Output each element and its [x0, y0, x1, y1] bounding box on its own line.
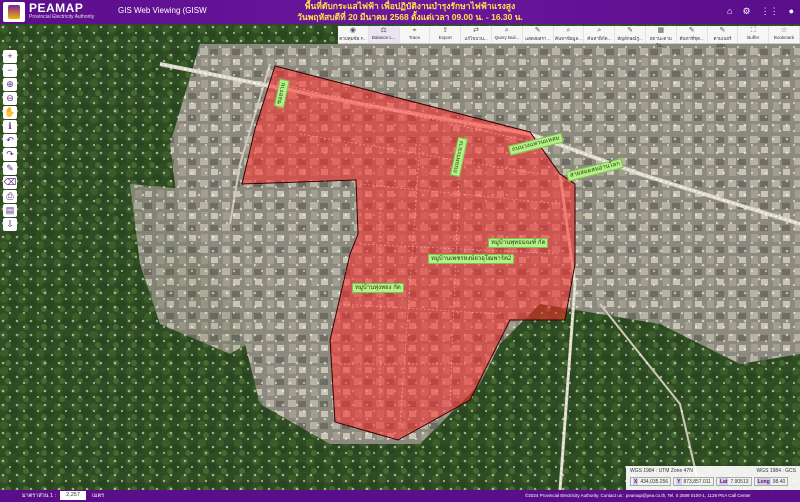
- coordinate-panel: WGS 1984 : UTM Zone 47N WGS 1984 : GCS X…: [626, 466, 800, 490]
- announce-line-2: วันพฤหัสบดีที่ 20 มีนาคม 2568 ตั้งแต่เวล…: [297, 12, 523, 22]
- download-icon[interactable]: ⇩: [3, 218, 17, 231]
- tool-export-icon: ⇪: [442, 27, 449, 34]
- tool-search-coord-icon: ⌕: [597, 27, 602, 34]
- tool-status[interactable]: ▦ สถานะตามใน...: [646, 26, 677, 48]
- tool-balance[interactable]: ⚖ Balance L...: [368, 26, 400, 43]
- tool-buffer-label: Buffer: [747, 35, 760, 40]
- pan-hand-icon[interactable]: ✋: [3, 106, 17, 119]
- scale-label: มาตราส่วน 1 :: [22, 493, 57, 499]
- utm-system-label: WGS 1984 : UTM Zone 47N: [630, 468, 693, 474]
- brand-subtitle: Provincial Electricity Authority: [29, 14, 95, 20]
- tool-bookmark-label: Bookmark: [773, 35, 795, 40]
- tool-find-area-icon: ✎: [688, 27, 695, 34]
- pea-logo: [3, 2, 25, 22]
- label-village-2: หมู่บ้านเพชรหงษ์ยวอุโฒพาร์ค2: [428, 254, 515, 264]
- user-icon[interactable]: ●: [789, 6, 794, 17]
- tool-query-builder-icon: ⌕: [504, 27, 509, 34]
- tool-search-coord-label: ค้นหาพิกัด...: [587, 36, 612, 41]
- tool-buffer[interactable]: ⛶ Buffer: [738, 26, 770, 43]
- undo-icon[interactable]: ↶: [3, 134, 17, 147]
- label-village-3: หมู่บ้านทุ่งทอง กัด: [352, 283, 404, 293]
- announce-line-1: พื้นที่ดับกระแสไฟฟ้า เพื่อปฏิบัติงานบำรุ…: [304, 1, 516, 11]
- footer-bar: มาตราส่วน 1 : 2,257 เมตร ©2024 Provincia…: [0, 490, 800, 502]
- toolbar: ◉ ควบคุมข้อ F... ⚖ Balance L... ⌖ Trace ⇪ Expor…: [338, 26, 800, 48]
- zoom-in-icon[interactable]: +: [3, 50, 17, 63]
- tool-balance-label: Balance L...: [371, 35, 396, 40]
- tool-status-label: สถานะตามใน...: [649, 36, 672, 48]
- zoom-box-out-icon[interactable]: ⊖: [3, 92, 17, 105]
- tool-search-label: ค้นหาข้อมูล...: [555, 36, 582, 41]
- tool-display-icon: ✎: [534, 27, 541, 34]
- tool-bookmark-icon: ☆: [780, 27, 788, 34]
- eraser-icon[interactable]: ⌫: [3, 176, 17, 189]
- tool-balance-icon: ⚖: [380, 27, 387, 34]
- tool-search[interactable]: ⌕ ค้นหาข้อมูล...: [554, 26, 585, 43]
- tool-meter-label: ตามเบอร์มอน...: [713, 36, 732, 48]
- tool-find-area[interactable]: ✎ ค้นหาที่ชุด...: [677, 26, 708, 43]
- label-village-1: หมู่บ้านพุทธมณฑ์ กัด: [488, 238, 549, 248]
- tool-edit-label: แก้ไขบวน...: [464, 36, 488, 41]
- grid-icon[interactable]: ⋮⋮: [761, 6, 779, 17]
- tool-edit-icon: ⇄: [473, 27, 480, 34]
- tool-trace-label: Trace: [408, 35, 421, 40]
- map-canvas[interactable]: [0, 24, 800, 490]
- zoom-box-in-icon[interactable]: ⊕: [3, 78, 17, 91]
- tool-status-icon: ▦: [657, 27, 665, 34]
- tool-query-builder-label: Query Buil...: [494, 35, 520, 40]
- tool-meter-icon: ✎: [719, 27, 726, 34]
- outage-announcement: พื้นที่ดับกระแสไฟฟ้า เพื่อปฏิบัติงานบำรุ…: [275, 1, 545, 23]
- print-icon[interactable]: ⎙: [3, 190, 17, 203]
- tool-display-label: แสดงผลรา...: [525, 36, 551, 41]
- tool-query-builder[interactable]: ⌕ Query Buil...: [492, 26, 523, 43]
- info-icon[interactable]: ℹ: [3, 120, 17, 133]
- scale-unit: เมตร: [92, 493, 105, 499]
- measure-icon[interactable]: ✎: [3, 162, 17, 175]
- tool-search-coord[interactable]: ⌕ ค้นหาพิกัด...: [584, 26, 616, 43]
- lat-coordinate: Lat 7.90513: [715, 477, 752, 486]
- gear-icon[interactable]: ⚙: [742, 6, 750, 17]
- tool-buffer-icon: ⛶: [750, 27, 756, 34]
- tool-edit[interactable]: ⇄ แก้ไขบวน...: [461, 26, 492, 43]
- tool-export-label: Export: [438, 35, 452, 40]
- tool-trace[interactable]: ⌖ Trace: [400, 26, 431, 43]
- tool-display[interactable]: ✎ แสดงผลรา...: [523, 26, 554, 43]
- brand-name: PEAMAP: [29, 1, 84, 15]
- tool-control-icon: ◉: [349, 27, 356, 34]
- map-layer: [0, 24, 800, 490]
- copyright-text: ©2024 Provincial Electricity Authority. …: [525, 493, 751, 498]
- tool-symbols[interactable]: ✎ สัญลักษณ์รู...: [615, 26, 646, 43]
- redo-icon[interactable]: ↷: [3, 148, 17, 161]
- tool-symbols-icon: ✎: [627, 27, 633, 34]
- tool-find-area-label: ค้นหาที่ชุด...: [679, 36, 704, 41]
- map-tools: + − ⊕ ⊖ ✋ ℹ ↶ ↷ ✎ ⌫ ⎙ ▤ ⇩: [3, 50, 17, 232]
- gcs-system-label: WGS 1984 : GCS: [756, 468, 796, 474]
- tool-symbols-label: สัญลักษณ์รู...: [617, 36, 643, 41]
- zoom-out-icon[interactable]: −: [3, 64, 17, 77]
- home-icon[interactable]: ⌂: [727, 6, 732, 17]
- tool-export[interactable]: ⇪ Export: [430, 26, 462, 43]
- tool-meter[interactable]: ✎ ตามเบอร์มอน...: [708, 26, 739, 48]
- tool-bookmark[interactable]: ☆ Bookmark: [769, 26, 800, 43]
- header-icons: ⌂ ⚙ ⋮⋮ ●: [727, 6, 794, 17]
- tool-trace-icon: ⌖: [412, 27, 417, 34]
- app-header: PEAMAP Provincial Electricity Authority …: [0, 0, 800, 24]
- tool-control-label: ควบคุมข้อ F...: [339, 36, 367, 41]
- x-coordinate: X 434,035.256: [630, 477, 672, 486]
- tool-search-icon: ⌕: [566, 27, 571, 34]
- layers-icon[interactable]: ▤: [3, 204, 17, 217]
- app-title: GIS Web Viewing (GISW: [118, 6, 207, 15]
- tool-control[interactable]: ◉ ควบคุมข้อ F...: [338, 26, 369, 43]
- scale-input[interactable]: 2,257: [60, 491, 86, 500]
- long-coordinate: Long 98.40: [753, 477, 789, 486]
- y-coordinate: Y 873,857.011: [673, 477, 714, 486]
